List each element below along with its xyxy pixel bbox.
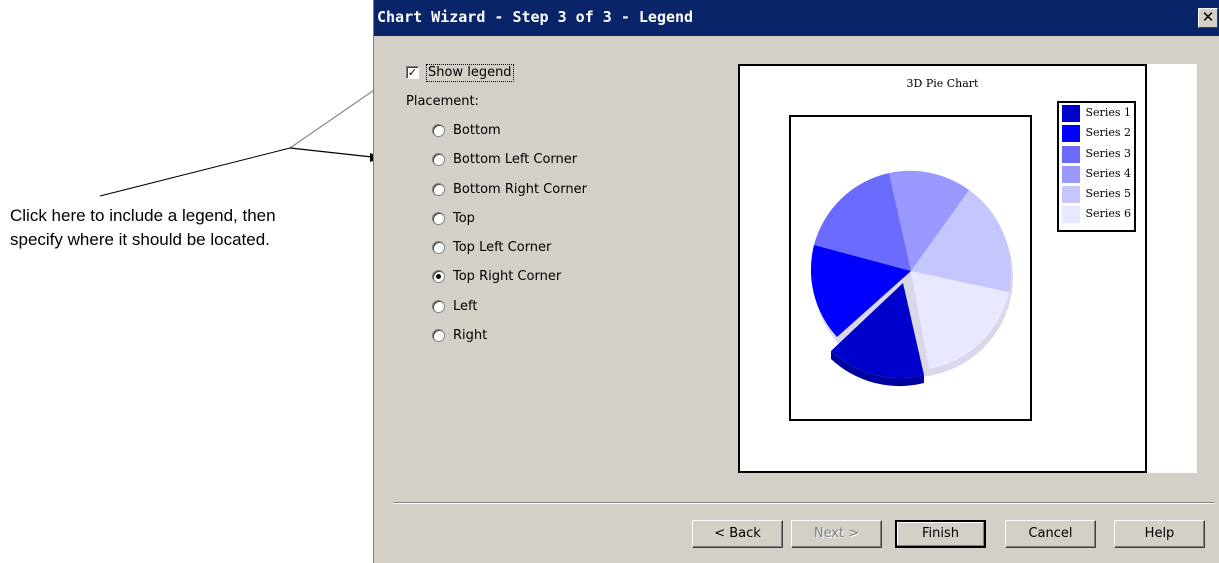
cancel-button[interactable]: Cancel [1005, 520, 1096, 548]
chart-wizard-dialog: Chart Wizard - Step 3 of 3 - Legend ✕ ✓ … [373, 0, 1219, 563]
radio-label[interactable]: Top Right Corner [453, 269, 561, 284]
radio-button[interactable] [432, 299, 445, 313]
radio-label[interactable]: Top Left Corner [453, 240, 551, 255]
legend-item: Series 4 [1061, 165, 1132, 185]
legend-item: Series 5 [1061, 185, 1132, 205]
radio-button[interactable] [432, 153, 445, 167]
chart-legend: Series 1 Series 2 Series 3 Series 4 Seri… [1057, 101, 1136, 232]
radio-button[interactable] [432, 182, 445, 196]
placement-label: Placement: [406, 94, 479, 109]
radio-button[interactable] [432, 211, 445, 225]
preview-strip [1147, 64, 1197, 473]
radio-label[interactable]: Bottom Left Corner [453, 152, 577, 167]
legend-swatch [1062, 105, 1080, 122]
back-button[interactable]: < Back [692, 520, 783, 548]
legend-label: Series 6 [1085, 207, 1131, 221]
legend-item: Series 1 [1061, 104, 1132, 124]
help-button[interactable]: Help [1114, 520, 1205, 548]
legend-item: Series 6 [1061, 205, 1132, 225]
callout-line-1: Click here to include a legend, then [10, 206, 276, 225]
dialog-title: Chart Wizard - Step 3 of 3 - Legend [377, 8, 694, 26]
next-button[interactable]: Next > [791, 520, 882, 548]
legend-swatch [1062, 165, 1080, 183]
legend-item: Series 2 [1061, 124, 1132, 144]
radio-button[interactable] [432, 329, 445, 343]
radio-button-selected[interactable] [432, 270, 445, 284]
radio-button[interactable] [432, 124, 445, 137]
finish-button[interactable]: Finish [895, 520, 986, 548]
legend-swatch [1062, 206, 1080, 224]
legend-label: Series 1 [1085, 106, 1131, 119]
legend-swatch [1062, 145, 1080, 163]
show-legend-checkbox[interactable]: ✓ [406, 66, 419, 79]
radio-label[interactable]: Top [453, 211, 475, 226]
radio-label[interactable]: Left [453, 299, 477, 314]
callout-annotation: Click here to include a legend, then spe… [10, 204, 370, 252]
legend-label: Series 5 [1085, 187, 1131, 201]
check-icon: ✓ [407, 66, 418, 79]
legend-label: Series 3 [1085, 146, 1131, 160]
legend-swatch [1062, 125, 1080, 143]
radio-button[interactable] [432, 241, 445, 255]
radio-label[interactable]: Right [453, 328, 487, 343]
chart-preview: 3D Pie Chart Series 1 Series 2 Series 3 … [738, 64, 1147, 473]
radio-label[interactable]: Bottom [453, 123, 501, 138]
legend-item: Series 3 [1061, 145, 1132, 165]
show-legend-label[interactable]: Show legend [426, 64, 514, 82]
title-bar[interactable]: Chart Wizard - Step 3 of 3 - Legend ✕ [374, 0, 1219, 36]
callout-line-2: specify where it should be located. [10, 230, 270, 249]
legend-label: Series 4 [1085, 166, 1131, 180]
legend-swatch [1062, 186, 1080, 204]
radio-label[interactable]: Bottom Right Corner [453, 182, 587, 197]
legend-label: Series 2 [1085, 126, 1131, 140]
close-icon: ✕ [1201, 8, 1215, 26]
separator [394, 502, 1214, 504]
close-button[interactable]: ✕ [1198, 8, 1218, 28]
